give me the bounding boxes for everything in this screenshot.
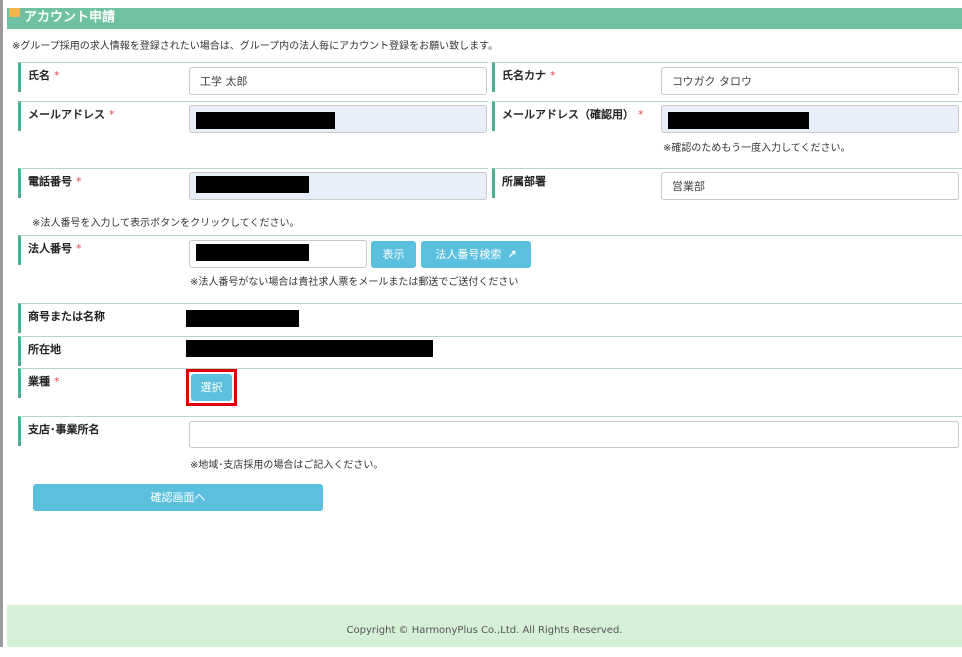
corp-number-label: 法人番号 *	[18, 235, 186, 265]
industry-label: 業種 *	[18, 368, 186, 398]
email-label: メールアドレス *	[18, 101, 186, 131]
department-label: 所属部署	[492, 168, 660, 198]
branch-label: 支店･事業所名	[18, 416, 186, 446]
row-separator	[186, 101, 488, 102]
show-button[interactable]: 表示	[371, 241, 416, 268]
industry-select-button[interactable]: 選択	[191, 374, 232, 401]
external-link-icon: ↗	[507, 248, 517, 261]
page-title: アカウント申請	[24, 10, 116, 25]
row-separator	[186, 303, 962, 304]
redacted-trade-name	[186, 310, 299, 327]
form-icon	[9, 8, 20, 17]
row-separator	[186, 235, 962, 236]
required-mark: *	[109, 108, 115, 121]
corp-number-instruction: ※法人番号を入力して表示ボタンをクリックしてください。	[32, 218, 300, 229]
copyright-text: Copyright © HarmonyPlus Co.,Ltd. All Rig…	[346, 625, 623, 636]
required-mark: *	[550, 69, 556, 82]
required-mark: *	[638, 108, 644, 121]
redacted-email	[196, 112, 335, 129]
row-separator	[660, 101, 962, 102]
corp-number-note: ※法人番号がない場合は貴社求人票をメールまたは郵送でご送付ください	[190, 277, 519, 288]
window-left-border	[0, 0, 3, 647]
footer: Copyright © HarmonyPlus Co.,Ltd. All Rig…	[7, 605, 962, 647]
row-separator	[660, 62, 962, 63]
group-note: ※グループ採用の求人情報を登録されたい場合は、グループ内の法人毎にアカウント登録…	[12, 41, 499, 52]
branch-input[interactable]	[189, 421, 959, 448]
row-separator	[186, 62, 488, 63]
name-kana-label: 氏名カナ *	[492, 62, 660, 92]
required-mark: *	[54, 375, 60, 388]
redacted-address	[186, 340, 433, 357]
corp-number-search-button[interactable]: 法人番号検索 ↗	[421, 241, 531, 268]
row-separator	[186, 168, 488, 169]
department-input[interactable]: 営業部	[661, 172, 959, 200]
row-separator	[186, 416, 962, 417]
required-mark: *	[76, 242, 82, 255]
name-kana-input[interactable]: コウガク タロウ	[661, 67, 959, 95]
required-mark: *	[54, 69, 60, 82]
redacted-corp-number	[196, 244, 309, 261]
required-mark: *	[76, 175, 82, 188]
row-separator	[186, 336, 962, 337]
email-confirm-note: ※確認のためもう一度入力してください。	[663, 143, 851, 154]
name-label: 氏名 *	[18, 62, 186, 92]
confirm-button[interactable]: 確認画面へ	[33, 484, 323, 511]
row-separator	[186, 368, 962, 369]
name-input[interactable]: 工学 太郎	[189, 67, 487, 95]
redacted-email-confirm	[668, 112, 809, 129]
address-label: 所在地	[18, 336, 186, 366]
email-confirm-label: メールアドレス（確認用） *	[492, 101, 660, 131]
trade-name-label: 商号または名称	[18, 303, 186, 333]
phone-label: 電話番号 *	[18, 168, 186, 198]
row-separator	[660, 168, 962, 169]
page-header	[7, 8, 962, 29]
redacted-phone	[196, 176, 309, 193]
branch-note: ※地域･支店採用の場合はご記入ください。	[190, 460, 384, 471]
